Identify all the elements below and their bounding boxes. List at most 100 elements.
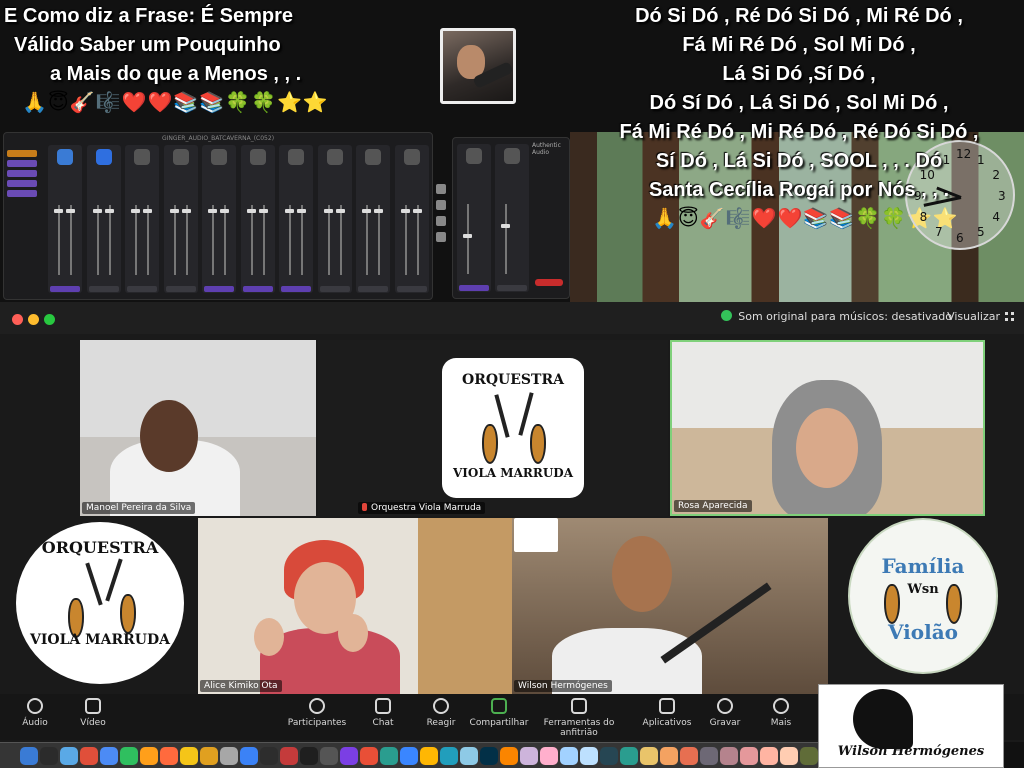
video-tile[interactable]: Alice Kimiko Ota — [198, 518, 512, 694]
video-tile[interactable]: Manoel Pereira da Silva — [80, 340, 316, 516]
fader-track[interactable] — [96, 205, 99, 275]
fader-track[interactable] — [404, 205, 407, 275]
source-chip[interactable] — [7, 160, 37, 167]
fader-track[interactable] — [301, 205, 303, 275]
fader-knob[interactable] — [169, 209, 179, 213]
mixer-strip[interactable] — [394, 145, 429, 293]
dock-app-icon[interactable] — [240, 747, 258, 765]
dock-app-icon[interactable] — [680, 747, 698, 765]
mixer-strip[interactable] — [457, 144, 491, 292]
dock-app-icon[interactable] — [260, 747, 278, 765]
fader-knob[interactable] — [335, 209, 345, 213]
mixer-strip[interactable] — [86, 145, 121, 293]
dock-app-icon[interactable] — [580, 747, 598, 765]
minimize-window-button[interactable] — [28, 314, 39, 325]
dock-app-icon[interactable] — [640, 747, 658, 765]
dock-app-icon[interactable] — [140, 747, 158, 765]
fader-knob[interactable] — [258, 209, 268, 213]
dock-app-icon[interactable] — [760, 747, 778, 765]
dock-app-icon[interactable] — [40, 747, 58, 765]
fader-knob[interactable] — [54, 209, 63, 213]
source-chip[interactable] — [7, 190, 37, 197]
fader-track[interactable] — [339, 205, 342, 275]
fader-knob[interactable] — [285, 209, 294, 213]
source-chip[interactable] — [7, 170, 37, 177]
fader-track[interactable] — [262, 205, 265, 275]
video-tile[interactable]: ORQUESTRA VIOLA MARRUDA Orquestra Viola … — [318, 340, 668, 516]
fader-knob[interactable] — [220, 209, 229, 213]
fader-track[interactable] — [289, 205, 291, 275]
video-tile[interactable]: Wilson Hermógenes — [512, 518, 828, 694]
fader-knob[interactable] — [501, 224, 510, 228]
host-tools-button[interactable]: Ferramentas do anfitrião — [534, 698, 624, 738]
fader-track[interactable] — [58, 205, 60, 275]
mixer-strip[interactable] — [202, 145, 236, 293]
fader-knob[interactable] — [362, 209, 371, 213]
participants-button[interactable]: Participantes — [282, 698, 352, 728]
fader-track[interactable] — [467, 204, 469, 274]
dock-app-icon[interactable] — [60, 747, 78, 765]
fader-knob[interactable] — [104, 209, 114, 213]
fader-track[interactable] — [212, 205, 214, 275]
fader-track[interactable] — [416, 205, 419, 275]
dock-app-icon[interactable] — [780, 747, 798, 765]
dock-app-icon[interactable] — [440, 747, 458, 765]
source-chip[interactable] — [7, 180, 37, 187]
video-button[interactable]: Vídeo — [58, 698, 128, 728]
maximize-window-button[interactable] — [44, 314, 55, 325]
tool-icon[interactable] — [436, 184, 446, 194]
mixer-strip[interactable] — [48, 145, 82, 293]
dock-app-icon[interactable] — [280, 747, 298, 765]
mixer-strip[interactable] — [495, 144, 529, 292]
fader-knob[interactable] — [208, 209, 217, 213]
dock-app-icon[interactable] — [120, 747, 138, 765]
fader-track[interactable] — [185, 205, 188, 275]
mixer-strip[interactable] — [240, 145, 275, 293]
dock-app-icon[interactable] — [400, 747, 418, 765]
dock-app-icon[interactable] — [160, 747, 178, 765]
dock-app-icon[interactable] — [720, 747, 738, 765]
fader-track[interactable] — [224, 205, 226, 275]
dock-app-icon[interactable] — [340, 747, 358, 765]
fader-track[interactable] — [135, 205, 137, 275]
dock-app-icon[interactable] — [540, 747, 558, 765]
fader-track[interactable] — [173, 205, 176, 275]
fader-knob[interactable] — [323, 209, 333, 213]
dock-app-icon[interactable] — [220, 747, 238, 765]
dock-app-icon[interactable] — [320, 747, 338, 765]
dock-app-icon[interactable] — [100, 747, 118, 765]
fader-track[interactable] — [378, 205, 380, 275]
close-window-button[interactable] — [12, 314, 23, 325]
fader-knob[interactable] — [412, 209, 422, 213]
fader-knob[interactable] — [181, 209, 191, 213]
dock-app-icon[interactable] — [620, 747, 638, 765]
dock-app-icon[interactable] — [420, 747, 438, 765]
fader-track[interactable] — [505, 204, 507, 274]
fader-track[interactable] — [70, 205, 72, 275]
dock-app-icon[interactable] — [500, 747, 518, 765]
fader-knob[interactable] — [463, 234, 472, 238]
dock-app-icon[interactable] — [20, 747, 38, 765]
fader-knob[interactable] — [131, 209, 140, 213]
video-tile-active-speaker[interactable]: Rosa Aparecida — [670, 340, 985, 516]
piano-icon[interactable] — [436, 232, 446, 242]
mixer-strip[interactable] — [279, 145, 313, 293]
mixer-strip[interactable] — [317, 145, 352, 293]
dock-app-icon[interactable] — [560, 747, 578, 765]
mixer-strip[interactable] — [125, 145, 159, 293]
pen-icon[interactable] — [436, 216, 446, 226]
fader-knob[interactable] — [374, 209, 383, 213]
record-button[interactable] — [535, 279, 563, 286]
view-button[interactable]: Visualizar — [947, 310, 1014, 323]
fader-knob[interactable] — [143, 209, 152, 213]
original-sound-indicator[interactable]: Som original para músicos: desativado — [721, 310, 952, 323]
fader-knob[interactable] — [66, 209, 75, 213]
dock-app-icon[interactable] — [520, 747, 538, 765]
fader-track[interactable] — [327, 205, 330, 275]
dock-app-icon[interactable] — [380, 747, 398, 765]
fader-knob[interactable] — [400, 209, 410, 213]
dock-app-icon[interactable] — [80, 747, 98, 765]
mixer-strip[interactable] — [163, 145, 198, 293]
mixer-strip[interactable] — [356, 145, 390, 293]
dock-app-icon[interactable] — [300, 747, 318, 765]
